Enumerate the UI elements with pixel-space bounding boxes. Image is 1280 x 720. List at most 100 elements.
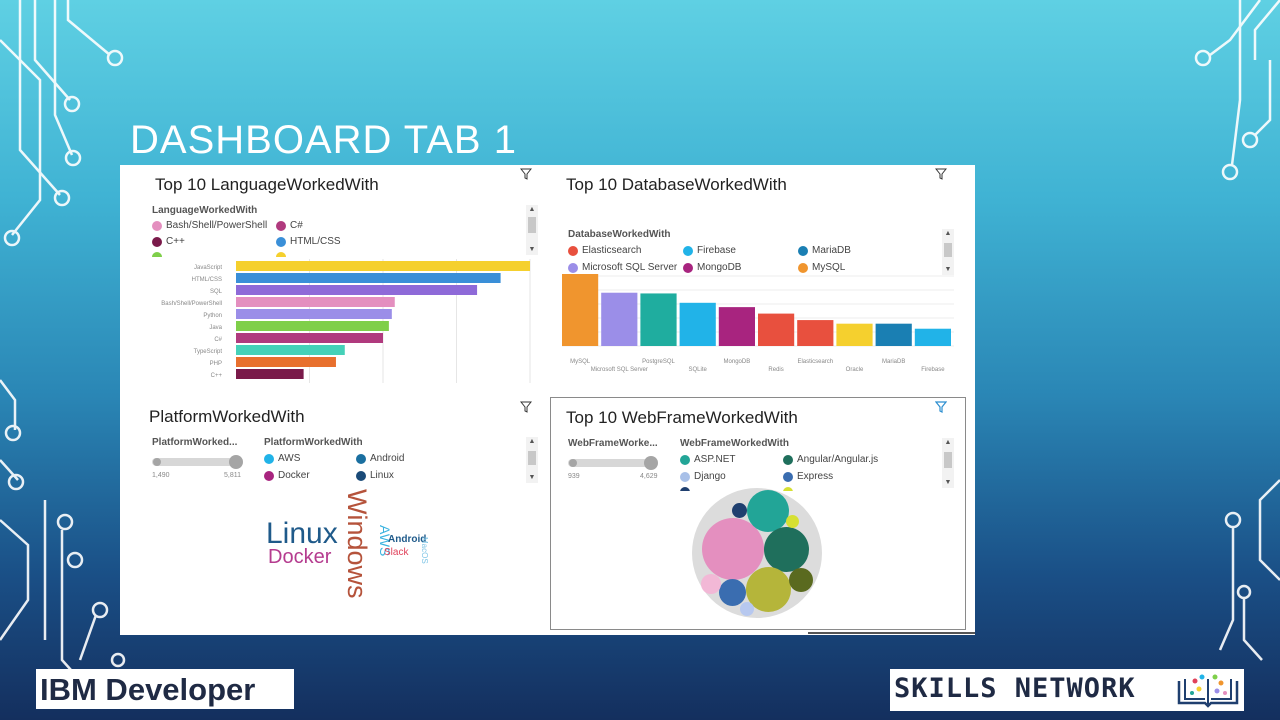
wordcloud-word-docker: Docker	[268, 546, 332, 568]
webframe-slider-min: 939	[568, 473, 580, 480]
platform-legend-item-linux[interactable]: Linux	[356, 470, 394, 481]
webframe-filter-icon[interactable]	[935, 401, 947, 413]
bar-python	[236, 309, 392, 319]
scroll-down-icon[interactable]: ▼	[526, 245, 538, 255]
tick-label: Java	[209, 325, 222, 331]
database-legend-item-mariadb[interactable]: MariaDB	[798, 245, 851, 256]
bubble-blue[interactable]	[719, 579, 746, 606]
language-legend-item-csharp[interactable]: C#	[276, 220, 303, 231]
database-legend-scrollbar[interactable]: ▲ ▼	[942, 229, 954, 275]
database-legend-item-firebase[interactable]: Firebase	[683, 245, 736, 256]
scroll-up-icon[interactable]: ▲	[942, 438, 954, 448]
language-panel-title: Top 10 LanguageWorkedWith	[155, 175, 379, 194]
scroll-thumb[interactable]	[944, 452, 952, 468]
platform-slider-min: 1,490	[152, 472, 170, 479]
platform-legend-scrollbar[interactable]: ▲ ▼	[526, 437, 538, 483]
legend-dot-icon	[356, 470, 366, 481]
bubble-light-pink[interactable]	[701, 574, 721, 594]
webframe-legend-title: WebFrameWorkedWith	[680, 438, 789, 449]
tick-label: Elasticsearch	[797, 359, 833, 365]
bar-firebase	[914, 328, 951, 346]
bubble-dark-olive[interactable]	[789, 568, 813, 592]
webframe-slider-label: WebFrameWorke...	[568, 438, 658, 449]
webframe-range-slider[interactable]	[568, 459, 656, 467]
platform-legend-title: PlatformWorkedWith	[264, 437, 363, 448]
language-legend-title: LanguageWorkedWith	[152, 205, 258, 216]
legend-dot-icon	[683, 245, 693, 256]
wordcloud-word-macos: MacOS	[420, 537, 429, 564]
bar-sql	[236, 285, 478, 295]
platform-legend-item-docker[interactable]: Docker	[264, 470, 310, 481]
bar-oracle	[836, 323, 873, 346]
tick-label: JavaScript	[194, 265, 222, 271]
tick-label: HTML/CSS	[192, 277, 222, 283]
bar-html-css	[236, 273, 501, 283]
legend-dot-icon	[276, 220, 286, 231]
bubble-yellow-green[interactable]	[786, 515, 799, 528]
wordcloud-word-slack: Slack	[384, 547, 409, 558]
legend-dot-icon	[783, 454, 793, 465]
slider-max-handle[interactable]	[229, 455, 243, 469]
webframe-legend-item-aspnet[interactable]: ASP.NET	[680, 454, 736, 465]
language-legend-item-html[interactable]: HTML/CSS	[276, 236, 341, 247]
bubble-light-blue[interactable]	[740, 602, 754, 616]
legend-dot-icon	[264, 470, 274, 481]
platform-legend-item-aws[interactable]: AWS	[264, 453, 300, 464]
database-legend-item-elasticsearch[interactable]: Elasticsearch	[568, 245, 641, 256]
bubble-dark-green[interactable]	[764, 527, 809, 572]
tick-label: Microsoft SQL Server	[591, 367, 648, 373]
scroll-down-icon[interactable]: ▼	[526, 473, 538, 483]
webframe-legend-item-express[interactable]: Express	[783, 471, 833, 482]
language-filter-icon[interactable]	[520, 168, 532, 180]
legend-dot-icon	[680, 454, 690, 465]
webframe-legend-item-angular[interactable]: Angular/Angular.js	[783, 454, 878, 465]
database-filter-icon[interactable]	[935, 168, 947, 180]
webframe-legend-scrollbar[interactable]: ▲ ▼	[942, 438, 954, 488]
tick-label: Bash/Shell/PowerShell	[161, 301, 222, 307]
scroll-thumb[interactable]	[528, 451, 536, 465]
bar-mariadb	[875, 323, 912, 346]
slider-min-handle[interactable]	[569, 459, 577, 467]
skills-network-logo: SKILLS NETWORK	[890, 669, 1244, 711]
legend-dot-icon	[680, 471, 690, 482]
bubble-teal[interactable]	[747, 490, 789, 532]
bar-bash-shell-powershell	[236, 297, 395, 307]
slide-title: DASHBOARD TAB 1	[130, 118, 517, 162]
platform-slider-label: PlatformWorked...	[152, 437, 238, 448]
wordcloud-word-windows: Windows	[342, 489, 372, 599]
tick-label: TypeScript	[194, 349, 223, 355]
database-legend-title: DatabaseWorkedWith	[568, 229, 671, 240]
slider-min-handle[interactable]	[153, 458, 161, 466]
webframe-panel-title: Top 10 WebFrameWorkedWith	[566, 408, 798, 427]
tick-label: MySQL	[570, 359, 591, 365]
language-legend-item-bash[interactable]: Bash/Shell/PowerShell	[152, 220, 267, 231]
database-bar-chart: MySQLMicrosoft SQL Server PostgreSQL SQLit…	[562, 274, 954, 373]
bubble-navy[interactable]	[732, 503, 747, 518]
tick-label: Redis	[768, 367, 783, 373]
ibm-developer-logo: IBM Developer	[36, 669, 294, 709]
scroll-up-icon[interactable]: ▲	[526, 205, 538, 215]
database-panel[interactable]: Top 10 DatabaseWorkedWith DatabaseWorked…	[550, 165, 975, 395]
platform-panel[interactable]: PlatformWorkedWith PlatformWorked... 1,4…	[120, 397, 545, 633]
tick-label: C#	[214, 337, 222, 343]
platform-legend-item-android[interactable]: Android	[356, 453, 404, 464]
bar-postgresql	[640, 293, 677, 346]
language-legend-item-cpp[interactable]: C++	[152, 236, 185, 247]
language-legend-scrollbar[interactable]: ▲ ▼	[526, 205, 538, 255]
database-panel-title: Top 10 DatabaseWorkedWith	[566, 175, 787, 194]
tick-label: MongoDB	[724, 359, 751, 365]
platform-filter-icon[interactable]	[520, 401, 532, 413]
legend-dot-icon	[152, 236, 162, 247]
tick-label: SQLite	[689, 367, 708, 373]
scroll-up-icon[interactable]: ▲	[526, 437, 538, 447]
webframe-panel[interactable]: Top 10 WebFrameWorkedWith WebFrameWorke.…	[550, 397, 966, 630]
scroll-thumb[interactable]	[528, 217, 536, 233]
slider-max-handle[interactable]	[644, 456, 658, 470]
bar-mongodb	[718, 307, 755, 346]
language-panel[interactable]: Top 10 LanguageWorkedWith LanguageWorked…	[120, 165, 545, 395]
scroll-thumb[interactable]	[944, 243, 952, 257]
scroll-up-icon[interactable]: ▲	[942, 229, 954, 239]
dashboard-canvas: Top 10 LanguageWorkedWith LanguageWorked…	[120, 165, 975, 635]
scroll-down-icon[interactable]: ▼	[942, 478, 954, 488]
webframe-legend-item-django[interactable]: Django	[680, 471, 726, 482]
